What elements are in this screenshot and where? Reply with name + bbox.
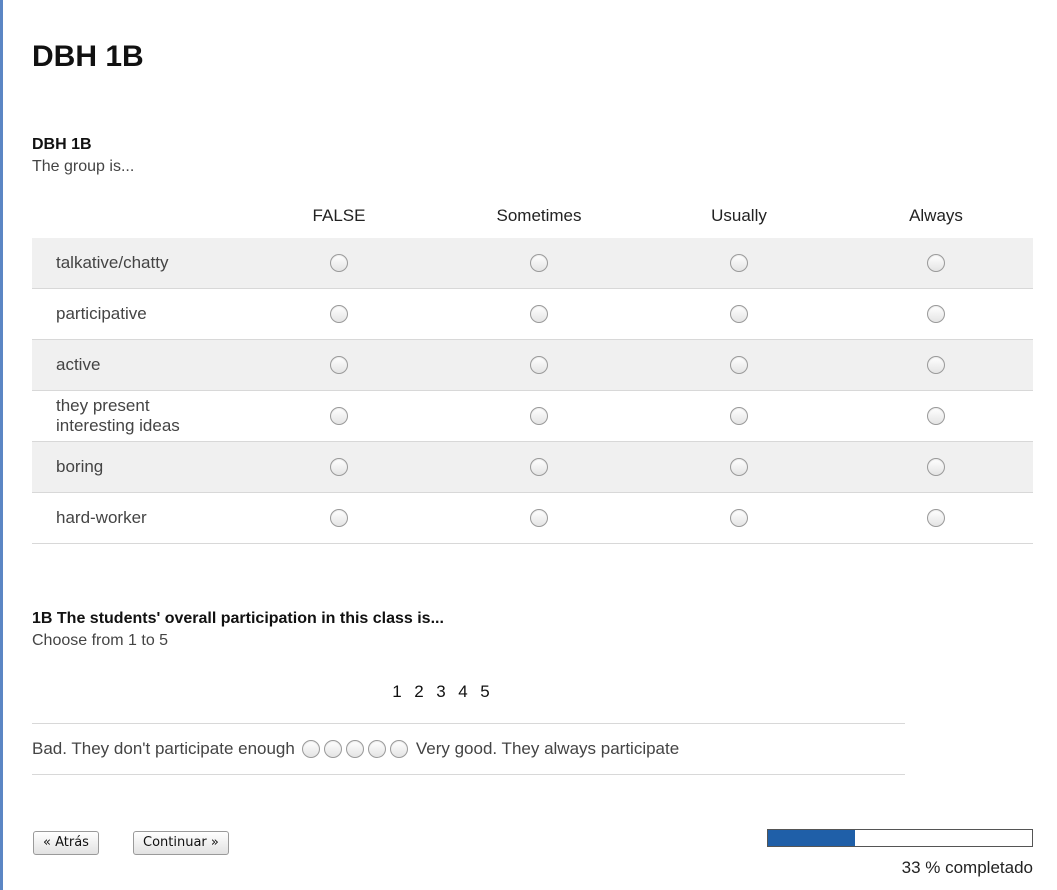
progress-fill	[768, 830, 856, 846]
rating-scale-row: Bad. They don't participate enough Very …	[32, 723, 905, 775]
question-title: DBH 1B	[32, 136, 92, 153]
radio-button[interactable]	[330, 508, 348, 527]
matrix-row: active	[32, 339, 1033, 391]
matrix-corner	[32, 194, 239, 238]
rating-radio-2[interactable]	[323, 740, 342, 758]
left-border	[0, 0, 3, 890]
rating-radios	[300, 740, 410, 758]
radio-button[interactable]	[730, 508, 748, 527]
matrix-row: talkative/chatty	[32, 238, 1033, 289]
question-description: Choose from 1 to 5	[32, 632, 169, 649]
radio-button[interactable]	[927, 508, 945, 527]
row-label: hard-worker	[32, 492, 239, 544]
rating-radio-4[interactable]	[367, 740, 386, 758]
matrix-header-row: FALSE Sometimes Usually Always	[32, 194, 1033, 238]
back-button[interactable]: « Atrás	[33, 831, 99, 855]
question-description: The group is...	[32, 158, 135, 175]
row-label: talkative/chatty	[32, 238, 239, 289]
progress-bar	[767, 829, 1033, 847]
page-title: DBH 1B	[32, 40, 144, 73]
radio-button[interactable]	[530, 508, 548, 527]
progress-label: 33 % completado	[901, 858, 1033, 877]
radio-button[interactable]	[330, 304, 348, 323]
radio-button[interactable]	[530, 304, 548, 323]
continue-button[interactable]: Continuar »	[133, 831, 229, 855]
radio-button[interactable]	[927, 406, 945, 425]
matrix-row: they present interesting ideas	[32, 390, 1033, 442]
rating-radio-3[interactable]	[345, 740, 364, 758]
radio-button[interactable]	[730, 406, 748, 425]
scale-number: 4	[458, 682, 468, 701]
radio-button[interactable]	[730, 355, 748, 374]
column-header: Sometimes	[496, 206, 582, 225]
row-label: participative	[32, 288, 239, 340]
matrix-row: boring	[32, 441, 1033, 493]
radio-button[interactable]	[330, 355, 348, 374]
radio-button[interactable]	[927, 253, 945, 272]
question-title: 1B The students' overall participation i…	[32, 610, 444, 627]
matrix-row: hard-worker	[32, 492, 1033, 544]
radio-button[interactable]	[730, 253, 748, 272]
row-label: boring	[32, 441, 239, 493]
column-header: Always	[909, 206, 963, 225]
row-label: active	[32, 339, 239, 391]
radio-button[interactable]	[927, 304, 945, 323]
scale-left-label: Bad. They don't participate enough	[32, 739, 295, 758]
radio-button[interactable]	[530, 457, 548, 476]
scale-number: 2	[414, 682, 424, 701]
radio-button[interactable]	[330, 406, 348, 425]
scale-right-label: Very good. They always participate	[415, 739, 680, 758]
radio-button[interactable]	[530, 355, 548, 374]
scale-header: 1 2 3 4 5	[386, 682, 496, 702]
column-header: Usually	[711, 206, 767, 225]
radio-button[interactable]	[730, 304, 748, 323]
rating-radio-1[interactable]	[301, 740, 320, 758]
radio-button[interactable]	[530, 406, 548, 425]
scale-number: 1	[392, 682, 402, 701]
scale-number: 5	[480, 682, 490, 701]
matrix-row: participative	[32, 288, 1033, 340]
radio-button[interactable]	[730, 457, 748, 476]
scale-number: 3	[436, 682, 446, 701]
radio-button[interactable]	[330, 457, 348, 476]
radio-button[interactable]	[927, 355, 945, 374]
question-matrix: FALSE Sometimes Usually Always talkative…	[32, 194, 1033, 544]
column-header: FALSE	[312, 206, 366, 225]
radio-button[interactable]	[330, 253, 348, 272]
radio-button[interactable]	[927, 457, 945, 476]
rating-radio-5[interactable]	[389, 740, 408, 758]
radio-button[interactable]	[530, 253, 548, 272]
row-label: they present interesting ideas	[32, 390, 239, 442]
